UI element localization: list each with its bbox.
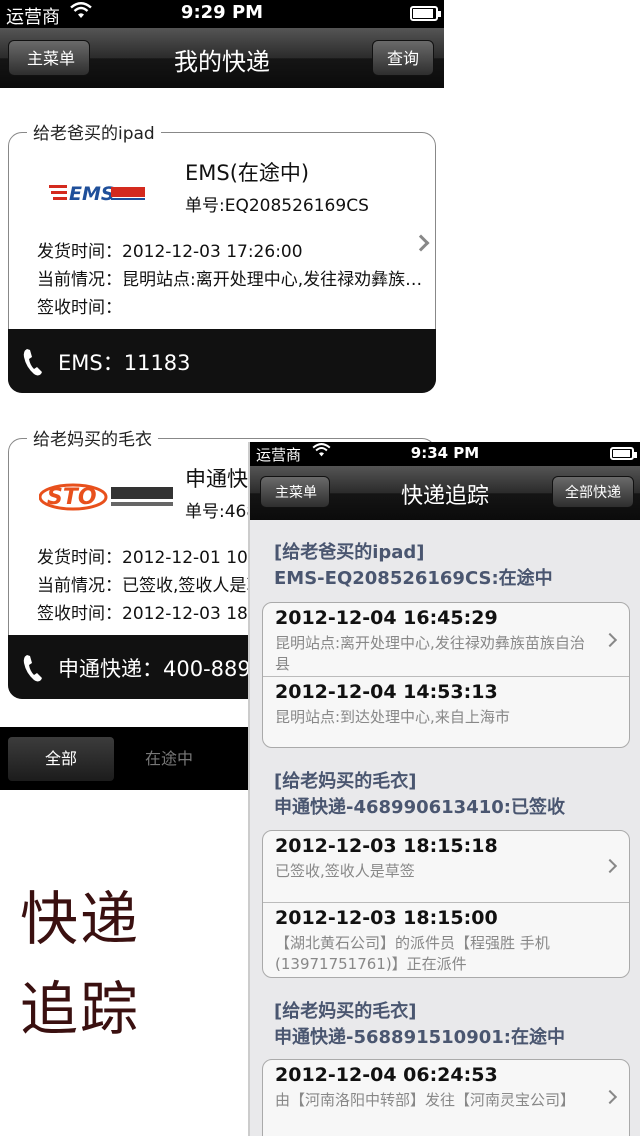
track-row[interactable]: 2012-12-04 14:53:13 昆明站点:到达处理中心,来自上海市 bbox=[263, 677, 629, 747]
track-desc: 【湖北黄石公司】的派件员【程强胜 手机(13971751761)】正在派件 bbox=[275, 934, 550, 973]
track-row[interactable]: 2012-12-04 06:24:53 由【河南洛阳中转部】发往【河南灵宝公司】 bbox=[263, 1060, 629, 1134]
track-row[interactable]: 2012-12-03 18:15:18 已签收,签收人是草签 bbox=[263, 831, 629, 903]
clock: 9:34 PM bbox=[410, 444, 480, 462]
tab-in-transit[interactable]: 在途中 bbox=[116, 737, 222, 781]
nav-bar: 主菜单 我的快递 查询 bbox=[0, 28, 444, 88]
battery-icon bbox=[410, 6, 441, 21]
track-desc: 由【河南洛阳中转部】发往【河南灵宝公司】 bbox=[275, 1091, 576, 1109]
all-packages-button[interactable]: 全部快递 bbox=[552, 476, 634, 508]
group-title: [给老妈买的毛衣] bbox=[274, 771, 417, 792]
ems-logo-icon: EMS bbox=[49, 183, 145, 205]
track-row[interactable]: 2012-12-04 16:45:29 昆明站点:离开处理中心,发往禄劝彝族苗族… bbox=[263, 603, 629, 677]
package-name: 给老妈买的毛衣 bbox=[27, 425, 158, 450]
track-desc: 已签收,签收人是草签 bbox=[275, 862, 415, 880]
sto-logo-icon: STO bbox=[39, 483, 173, 511]
status-bar: 运营商 9:34 PM bbox=[250, 442, 640, 466]
chevron-right-icon bbox=[602, 632, 618, 648]
phone-icon bbox=[23, 349, 42, 376]
battery-icon bbox=[610, 447, 637, 460]
package-card[interactable]: 给老爸买的ipad EMS EMS(在途中) 单号:EQ208526169CS … bbox=[8, 119, 436, 393]
group-subtitle: EMS-EQ208526169CS:在途中 bbox=[274, 568, 553, 589]
group-subtitle: 申通快递-568891510901:在途中 bbox=[274, 1027, 565, 1048]
phone-bar[interactable]: EMS：11183 bbox=[8, 329, 436, 393]
track-time: 2012-12-03 18:15:18 bbox=[275, 835, 498, 857]
tab-all[interactable]: 全部 bbox=[8, 737, 114, 781]
package-name: 给老爸买的ipad bbox=[27, 119, 161, 144]
sign-time: 签收时间： bbox=[37, 298, 122, 318]
chevron-right-icon bbox=[602, 858, 618, 874]
track-list: 2012-12-03 18:15:18 已签收,签收人是草签 2012-12-0… bbox=[262, 830, 630, 978]
right-screen: 运营商 9:34 PM 主菜单 快递追踪 全部快递 [给老爸买的ipad] EM… bbox=[248, 442, 640, 1136]
group-subtitle: 申通快递-468990613410:已签收 bbox=[274, 797, 565, 818]
svg-text:STO: STO bbox=[47, 485, 97, 510]
track-desc: 昆明站点:离开处理中心,发往禄劝彝族苗族自治县 bbox=[275, 634, 585, 673]
track-time: 2012-12-04 16:45:29 bbox=[275, 607, 498, 629]
status-bar: 运营商 9:29 PM bbox=[0, 0, 444, 28]
clock: 9:29 PM bbox=[180, 2, 264, 23]
promo-text-line1: 快递 bbox=[20, 885, 141, 953]
hotline: EMS：11183 bbox=[58, 351, 191, 375]
track-time: 2012-12-04 14:53:13 bbox=[275, 681, 498, 703]
group-title: [给老爸买的ipad] bbox=[274, 542, 425, 563]
track-time: 2012-12-03 18:15:00 bbox=[275, 907, 498, 929]
group-title: [给老妈买的毛衣] bbox=[274, 1001, 417, 1022]
query-button[interactable]: 查询 bbox=[371, 40, 434, 76]
svg-text:EMS: EMS bbox=[69, 183, 115, 205]
carrier-status: EMS(在途中) bbox=[185, 161, 310, 185]
chevron-right-icon bbox=[602, 1089, 618, 1105]
tracking-number: 单号:EQ208526169CS bbox=[185, 196, 369, 216]
ship-time: 发货时间：2012-12-03 17:26:00 bbox=[37, 242, 303, 262]
track-list: 2012-12-04 16:45:29 昆明站点:离开处理中心,发往禄劝彝族苗族… bbox=[262, 602, 630, 748]
track-list: 2012-12-04 06:24:53 由【河南洛阳中转部】发往【河南灵宝公司】 bbox=[262, 1059, 630, 1136]
track-time: 2012-12-04 06:24:53 bbox=[275, 1064, 498, 1086]
track-row[interactable]: 2012-12-03 18:15:00 【湖北黄石公司】的派件员【程强胜 手机(… bbox=[263, 903, 629, 977]
promo-text-line2: 追踪 bbox=[20, 975, 141, 1043]
track-desc: 昆明站点:到达处理中心,来自上海市 bbox=[275, 708, 510, 726]
nav-bar: 主菜单 快递追踪 全部快递 bbox=[250, 466, 640, 520]
phone-icon bbox=[23, 655, 42, 682]
current-status: 当前情况：昆明站点:离开处理中心,发往禄劝彝族苗族自治县 bbox=[37, 270, 435, 290]
